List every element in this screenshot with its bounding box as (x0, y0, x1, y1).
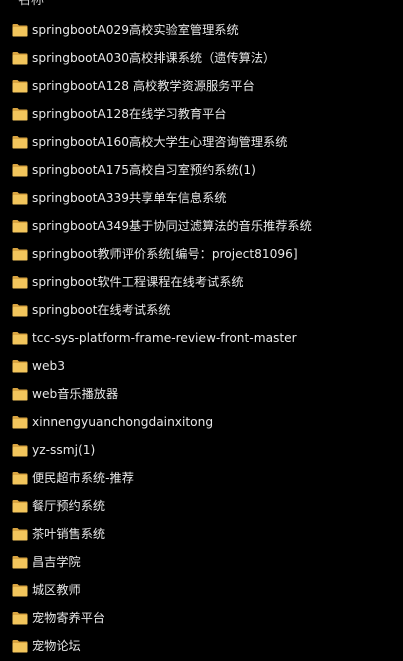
folder-name: springboot软件工程课程在线考试系统 (32, 275, 244, 289)
folder-row[interactable]: 城区教师 (0, 576, 403, 604)
folder-row[interactable]: springbootA030高校排课系统（遗传算法） (0, 44, 403, 72)
folder-name: xinnengyuanchongdainxitong (32, 415, 214, 429)
folder-name: web音乐播放器 (32, 387, 119, 401)
folder-name: web3 (32, 359, 65, 373)
folder-icon (12, 164, 28, 177)
folder-icon (12, 332, 28, 345)
folder-row[interactable]: web音乐播放器 (0, 380, 403, 408)
folder-row[interactable]: springbootA029高校实验室管理系统 (0, 16, 403, 44)
folder-icon (12, 388, 28, 401)
folder-icon (12, 108, 28, 121)
folder-name: 昌吉学院 (32, 555, 81, 569)
folder-icon (12, 24, 28, 37)
folder-name: 茶叶销售系统 (32, 527, 106, 541)
folder-icon (12, 304, 28, 317)
folder-row[interactable]: springbootA160高校大学生心理咨询管理系统 (0, 128, 403, 156)
folder-row[interactable]: tcc-sys-platform-frame-review-front-mast… (0, 324, 403, 352)
folder-icon (12, 444, 28, 457)
folder-name: 城区教师 (32, 583, 81, 597)
folder-name: 宠物论坛 (32, 639, 81, 653)
folder-icon (12, 276, 28, 289)
folder-row[interactable]: 宠物论坛 (0, 632, 403, 660)
folder-row[interactable]: springbootA175高校自习室预约系统(1) (0, 156, 403, 184)
folder-name: springbootA128在线学习教育平台 (32, 107, 227, 121)
folder-icon (12, 80, 28, 93)
folder-row[interactable]: xinnengyuanchongdainxitong (0, 408, 403, 436)
folder-name: yz-ssmj(1) (32, 443, 96, 457)
folder-name: springboot教师评价系统[编号：project81096] (32, 247, 298, 261)
folder-row[interactable]: 便民超市系统-推荐 (0, 464, 403, 492)
folder-name: springbootA030高校排课系统（遗传算法） (32, 51, 276, 65)
folder-name: springbootA349基于协同过滤算法的音乐推荐系统 (32, 219, 312, 233)
folder-name: springbootA339共享单车信息系统 (32, 191, 227, 205)
folder-icon (12, 136, 28, 149)
folder-icon (12, 192, 28, 205)
folder-icon (12, 528, 28, 541)
folder-icon (12, 500, 28, 513)
folder-name: 餐厅预约系统 (32, 499, 106, 513)
folder-icon (12, 472, 28, 485)
folder-icon (12, 360, 28, 373)
folder-row[interactable]: springbootA339共享单车信息系统 (0, 184, 403, 212)
folder-name: springbootA160高校大学生心理咨询管理系统 (32, 135, 288, 149)
folder-name: springbootA175高校自习室预约系统(1) (32, 163, 256, 177)
folder-row[interactable]: springbootA128在线学习教育平台 (0, 100, 403, 128)
folder-name: springbootA128 高校教学资源服务平台 (32, 79, 255, 93)
folder-row[interactable]: yz-ssmj(1) (0, 436, 403, 464)
folder-name: tcc-sys-platform-frame-review-front-mast… (32, 331, 297, 345)
folder-row[interactable]: springboot软件工程课程在线考试系统 (0, 268, 403, 296)
folder-row[interactable]: springboot在线考试系统 (0, 296, 403, 324)
folder-row[interactable]: 宠物寄养平台 (0, 604, 403, 632)
folder-icon (12, 52, 28, 65)
folder-list: springbootA029高校实验室管理系统 springbootA030高校排… (0, 16, 403, 660)
folder-row[interactable]: springbootA349基于协同过滤算法的音乐推荐系统 (0, 212, 403, 240)
folder-row[interactable]: web3 (0, 352, 403, 380)
folder-icon (12, 220, 28, 233)
folder-name: 宠物寄养平台 (32, 611, 106, 625)
folder-row[interactable]: 餐厅预约系统 (0, 492, 403, 520)
folder-icon (12, 640, 28, 653)
folder-icon (12, 584, 28, 597)
folder-icon (12, 612, 28, 625)
folder-row[interactable]: springboot教师评价系统[编号：project81096] (0, 240, 403, 268)
folder-name: 便民超市系统-推荐 (32, 471, 134, 485)
folder-icon (12, 248, 28, 261)
folder-row[interactable]: springbootA128 高校教学资源服务平台 (0, 72, 403, 100)
folder-row[interactable]: 茶叶销售系统 (0, 520, 403, 548)
folder-name: springbootA029高校实验室管理系统 (32, 23, 239, 37)
folder-name: springboot在线考试系统 (32, 303, 171, 317)
folder-row[interactable]: 昌吉学院 (0, 548, 403, 576)
folder-icon (12, 556, 28, 569)
folder-icon (12, 416, 28, 429)
column-header-name[interactable]: 名称 (18, 0, 44, 11)
